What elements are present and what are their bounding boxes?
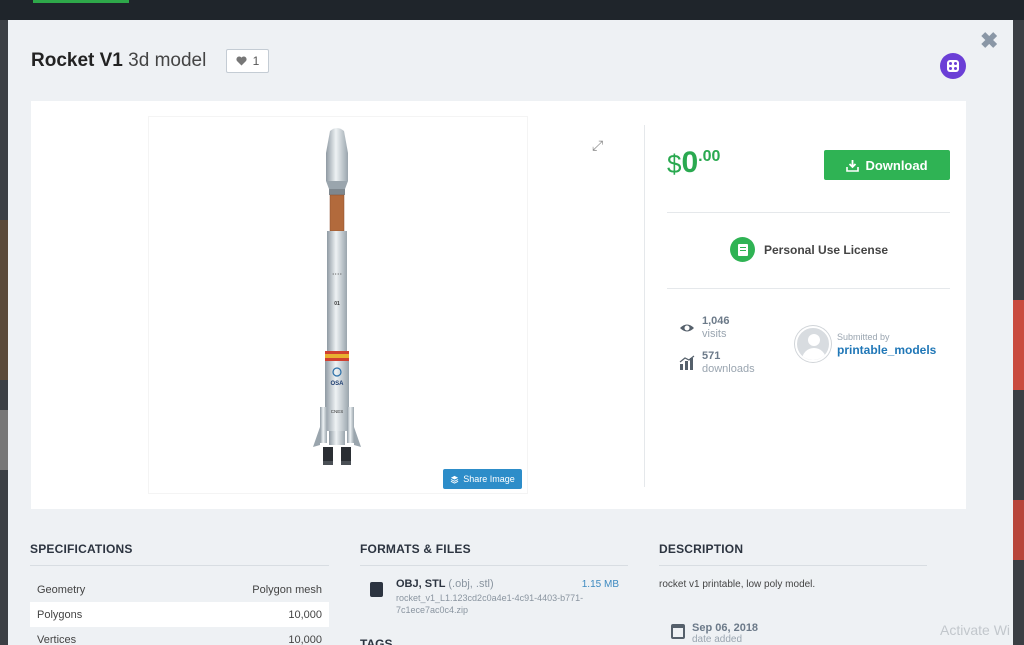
submitter: Submitted by printable_models xyxy=(795,326,936,362)
downloads-stat: 571 downloads xyxy=(679,350,755,375)
visits-count: 1,046 xyxy=(702,315,730,327)
description-heading: DESCRIPTION xyxy=(659,542,744,556)
rocket-model-image: • • • • 01 OSA CNES xyxy=(313,128,361,465)
visits-stat: 1,046 visits xyxy=(679,315,730,340)
share-image-button[interactable]: Share Image xyxy=(443,469,522,489)
rocket-brand-text: OSA xyxy=(330,381,344,387)
visits-label: visits xyxy=(702,328,727,340)
close-icon[interactable]: ✖ xyxy=(980,30,998,52)
spec-value: 10,000 xyxy=(288,633,322,645)
os-activation-watermark: Activate Wi xyxy=(940,622,1011,638)
model-subtitle: 3d model xyxy=(128,50,207,71)
svg-text:• • • •: • • • • xyxy=(333,271,343,276)
tags-heading: TAGS xyxy=(360,637,393,645)
avatar[interactable] xyxy=(795,326,831,362)
file-format: OBJ, STL xyxy=(396,578,446,590)
divider xyxy=(360,565,628,566)
divider xyxy=(30,565,329,566)
price-integer: 0 xyxy=(681,146,699,179)
download-button[interactable]: Download xyxy=(824,150,950,180)
specifications-heading: SPECIFICATIONS xyxy=(30,542,133,556)
spec-row: Polygons 10,000 xyxy=(30,602,329,627)
file-size: 1.15 MB xyxy=(581,579,619,590)
background-nav-accent xyxy=(33,0,129,3)
price: $0.00 xyxy=(667,146,720,180)
description-text: rocket v1 printable, low poly model. xyxy=(659,579,816,590)
spec-row: Geometry Polygon mesh xyxy=(30,577,329,602)
calendar-icon xyxy=(671,624,685,639)
page-title: Rocket V1 3d model xyxy=(31,50,206,72)
background-thumbnail xyxy=(1013,300,1024,390)
background-thumbnail xyxy=(0,410,8,470)
model-image-viewer[interactable]: • • • • 01 OSA CNES xyxy=(149,117,527,493)
share-image-label: Share Image xyxy=(463,474,515,484)
like-button[interactable]: 1 xyxy=(226,49,269,73)
spec-value: 10,000 xyxy=(288,608,322,621)
spec-value: Polygon mesh xyxy=(252,583,322,596)
model-title: Rocket V1 xyxy=(31,50,123,71)
downloads-label: downloads xyxy=(702,363,755,375)
divider xyxy=(667,288,950,289)
model-preview-card: • • • • 01 OSA CNES Share Image ⤢ $0.00 … xyxy=(31,101,966,509)
date-added: Sep 06, 2018 date added xyxy=(671,622,758,645)
file-extensions: (.obj, .stl) xyxy=(448,578,494,590)
divider xyxy=(667,212,950,213)
file-name: rocket_v1_L1.123cd2c0a4e1-4c91-4403-b771… xyxy=(396,593,584,615)
spec-label: Polygons xyxy=(37,608,83,621)
spec-label: Vertices xyxy=(37,633,77,645)
file-icon xyxy=(370,582,383,597)
date-value: Sep 06, 2018 xyxy=(692,622,759,634)
divider xyxy=(659,565,927,566)
random-model-dice-icon[interactable] xyxy=(940,53,966,79)
background-topbar xyxy=(0,0,1024,20)
download-label: Download xyxy=(865,157,928,173)
license-info[interactable]: Personal Use License xyxy=(730,237,888,262)
price-currency: $ xyxy=(667,149,682,179)
background-thumbnail xyxy=(1013,500,1024,560)
spec-row: Vertices 10,000 xyxy=(30,627,329,645)
submitted-by-label: Submitted by xyxy=(837,331,890,342)
background-thumbnail xyxy=(0,220,8,380)
expand-icon[interactable]: ⤢ xyxy=(592,137,608,153)
date-label: date added xyxy=(692,634,743,645)
spec-label: Geometry xyxy=(37,583,86,596)
eye-icon xyxy=(680,324,694,332)
formats-heading: FORMATS & FILES xyxy=(360,542,471,556)
heart-icon xyxy=(236,56,247,66)
rocket-stage-text: 01 xyxy=(334,301,340,307)
rocket-bottom-text: CNES xyxy=(331,409,344,414)
submitter-link[interactable]: printable_models xyxy=(837,343,936,357)
license-label: Personal Use License xyxy=(764,242,889,257)
license-document-icon xyxy=(730,237,755,262)
downloads-count: 571 xyxy=(702,350,721,362)
price-decimal: .00 xyxy=(698,148,721,165)
bar-chart-icon xyxy=(679,355,695,370)
divider xyxy=(644,125,645,487)
layers-icon xyxy=(450,475,459,484)
like-count: 1 xyxy=(252,54,260,68)
download-icon xyxy=(846,159,860,172)
